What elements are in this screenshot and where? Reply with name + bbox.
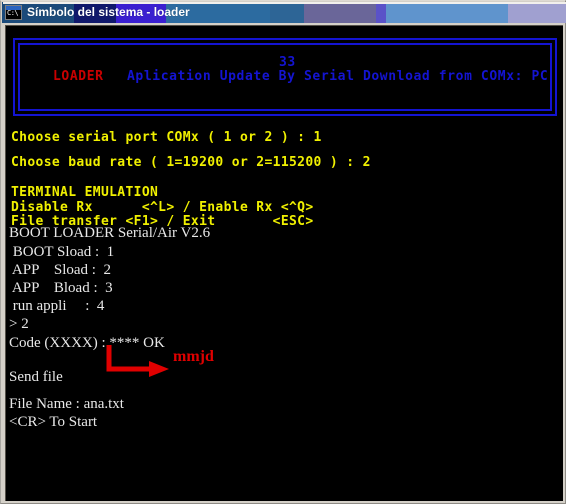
file-name-line: File Name : ana.txt — [9, 396, 124, 412]
banner-app-name: LOADER — [53, 69, 104, 84]
command-prompt-window: C:\ Símbolo del sistema - loader 33 LOAD… — [0, 0, 566, 504]
menu-selection-echo: > 2 — [9, 316, 29, 332]
title-bar-band-6 — [376, 2, 386, 23]
console-icon-glyph: C:\ — [7, 9, 19, 17]
title-bar-band-4 — [270, 2, 304, 23]
title-bar-band-5 — [304, 2, 376, 23]
prompt-serial-port: Choose serial port COMx ( 1 or 2 ) : 1 — [11, 130, 322, 145]
menu-item-app-sload: APP Sload : 2 — [9, 262, 111, 278]
title-bar-band-8 — [508, 2, 566, 23]
console-client-area[interactable]: 33 LOADER Aplication Update By Serial Do… — [5, 25, 563, 501]
title-bar-band-7 — [386, 2, 508, 23]
menu-item-boot-sload: BOOT Sload : 1 — [9, 244, 115, 260]
hotkey-disable-enable-rx: Disable Rx <^L> / Enable Rx <^Q> — [11, 200, 314, 215]
banner-version-number: 33 — [279, 55, 296, 70]
code-status-line: Code (XXXX) : **** OK — [9, 335, 165, 351]
window-title: Símbolo del sistema - loader — [27, 5, 190, 19]
menu-item-run-appli: run appli : 4 — [9, 298, 105, 314]
loader-banner-box: 33 LOADER Aplication Update By Serial Do… — [13, 38, 557, 116]
console-icon[interactable]: C:\ — [5, 5, 22, 20]
title-bar[interactable]: C:\ Símbolo del sistema - loader — [2, 2, 566, 23]
prompt-baud-rate: Choose baud rate ( 1=19200 or 2=115200 )… — [11, 155, 371, 170]
menu-item-app-bload: APP Bload : 3 — [9, 280, 113, 296]
send-file-label: Send file — [9, 369, 63, 385]
terminal-emulation-header: TERMINAL EMULATION — [11, 185, 159, 200]
banner-subtitle: Aplication Update By Serial Download fro… — [127, 69, 549, 84]
bootloader-title: BOOT LOADER Serial/Air V2.6 — [9, 225, 211, 241]
start-hint-line: <CR> To Start — [9, 414, 98, 430]
annotation-label: mmjd — [173, 348, 214, 365]
